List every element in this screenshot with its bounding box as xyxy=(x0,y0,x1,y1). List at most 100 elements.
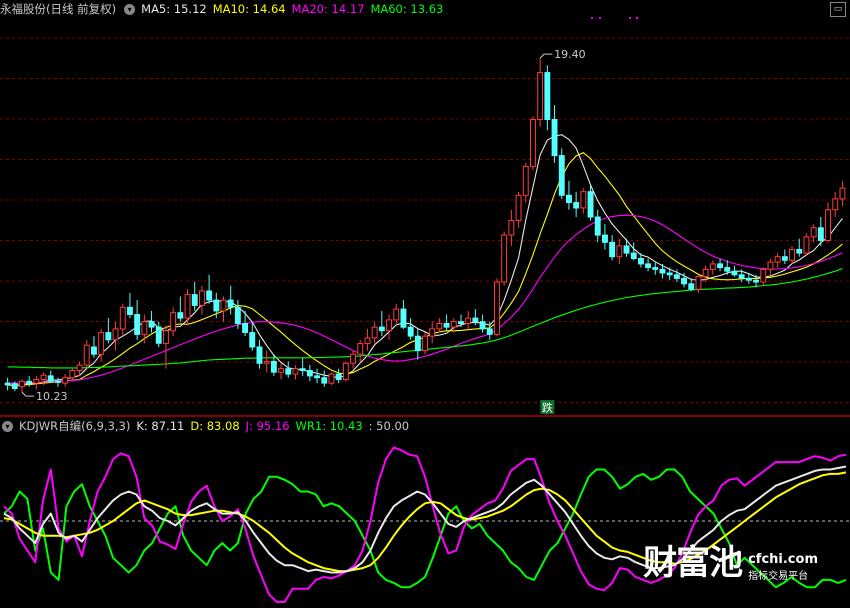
candle[interactable] xyxy=(263,350,270,373)
indicator-dropdown-icon[interactable]: ▾ xyxy=(2,421,13,432)
collapse-icon[interactable]: ▭ xyxy=(830,2,846,17)
candle[interactable] xyxy=(91,336,97,358)
candle[interactable] xyxy=(357,339,364,362)
candle[interactable] xyxy=(62,374,69,387)
candle[interactable] xyxy=(393,303,400,326)
candle[interactable] xyxy=(386,314,393,340)
stock-chart-window[interactable]: 19.40 10.23 跌 永福股份(日线 前复权) ▾ MA5: 15.12 MA10:… xyxy=(0,0,850,608)
candle[interactable] xyxy=(155,321,162,347)
candle[interactable] xyxy=(19,379,25,393)
candle[interactable] xyxy=(443,314,450,331)
candle[interactable] xyxy=(350,350,357,369)
candle[interactable] xyxy=(781,249,788,264)
candle[interactable] xyxy=(515,191,522,228)
candle[interactable] xyxy=(206,274,213,304)
candle[interactable] xyxy=(314,368,321,384)
candle[interactable] xyxy=(731,265,738,277)
candle[interactable] xyxy=(479,314,486,333)
candle-body-up xyxy=(199,290,205,306)
candle[interactable] xyxy=(551,105,558,163)
candle[interactable] xyxy=(825,202,831,243)
candle-body-up xyxy=(494,281,500,335)
candle[interactable] xyxy=(278,363,285,380)
candle[interactable] xyxy=(832,191,839,217)
candle[interactable] xyxy=(537,58,544,127)
candle[interactable] xyxy=(170,307,177,337)
candle[interactable] xyxy=(400,300,407,329)
candle[interactable] xyxy=(566,180,572,210)
candle[interactable] xyxy=(602,224,608,250)
candle[interactable] xyxy=(227,285,234,315)
candle[interactable] xyxy=(220,296,227,322)
candle[interactable] xyxy=(580,188,587,214)
candle[interactable] xyxy=(530,115,536,171)
candle[interactable] xyxy=(299,357,306,376)
candle[interactable] xyxy=(436,318,443,333)
candle[interactable] xyxy=(328,372,335,385)
candle[interactable] xyxy=(429,321,436,344)
candle[interactable] xyxy=(148,310,155,333)
chart-canvas[interactable]: 19.40 10.23 跌 xyxy=(0,0,850,608)
candle[interactable] xyxy=(199,285,205,315)
candle-body-down xyxy=(314,375,321,379)
candle[interactable] xyxy=(306,365,313,382)
candle[interactable] xyxy=(501,231,508,286)
candle[interactable] xyxy=(839,180,846,207)
candle[interactable] xyxy=(803,233,810,255)
candle[interactable] xyxy=(774,253,781,268)
candle[interactable] xyxy=(709,260,716,275)
candle[interactable] xyxy=(371,321,378,344)
candle[interactable] xyxy=(285,361,292,378)
candle[interactable] xyxy=(127,292,133,319)
candle[interactable] xyxy=(616,238,623,264)
candle[interactable] xyxy=(47,370,54,384)
candle[interactable] xyxy=(33,375,40,390)
candle[interactable] xyxy=(767,258,774,275)
candle[interactable] xyxy=(422,332,429,355)
candle-body-down xyxy=(587,191,594,218)
candle[interactable] xyxy=(83,339,90,369)
candle[interactable] xyxy=(134,300,141,340)
candle[interactable] xyxy=(630,242,637,261)
candle[interactable] xyxy=(4,377,11,391)
candle[interactable] xyxy=(342,361,349,382)
candle[interactable] xyxy=(544,65,551,131)
candle[interactable] xyxy=(796,238,803,257)
candle[interactable] xyxy=(522,162,529,203)
candle[interactable] xyxy=(69,368,76,382)
candle[interactable] xyxy=(112,321,119,351)
candle[interactable] xyxy=(558,148,565,199)
candle[interactable] xyxy=(652,262,659,275)
candle[interactable] xyxy=(335,368,342,384)
dropdown-icon[interactable]: ▾ xyxy=(124,4,136,15)
candle[interactable] xyxy=(378,310,385,337)
indicator-header: ▾ KDJWR自编(6,9,3,3) K: 87.11 D: 83.08 J: 95.1… xyxy=(0,417,421,435)
candle[interactable] xyxy=(594,209,601,243)
candle[interactable] xyxy=(119,303,126,337)
candle[interactable] xyxy=(141,314,148,344)
candle-body-down xyxy=(4,382,11,386)
candle[interactable] xyxy=(508,209,515,246)
candle[interactable] xyxy=(292,365,299,380)
candle[interactable] xyxy=(364,328,371,351)
candle[interactable] xyxy=(494,278,500,337)
candle[interactable] xyxy=(55,377,61,387)
candle[interactable] xyxy=(666,267,673,281)
candle[interactable] xyxy=(645,258,651,272)
candle[interactable] xyxy=(256,339,263,369)
candle[interactable] xyxy=(573,191,580,217)
candle[interactable] xyxy=(760,267,767,286)
candle[interactable] xyxy=(414,328,421,360)
candle[interactable] xyxy=(789,245,795,264)
candle[interactable] xyxy=(810,224,817,243)
candle[interactable] xyxy=(717,258,723,272)
candle-body-up xyxy=(83,344,90,366)
candle[interactable] xyxy=(177,296,184,322)
candle[interactable] xyxy=(688,278,695,292)
candle-body-down xyxy=(191,294,198,306)
candle[interactable] xyxy=(191,282,198,311)
candle[interactable] xyxy=(184,289,191,326)
candle[interactable] xyxy=(321,370,328,387)
candle[interactable] xyxy=(609,235,616,261)
candle[interactable] xyxy=(465,310,472,329)
